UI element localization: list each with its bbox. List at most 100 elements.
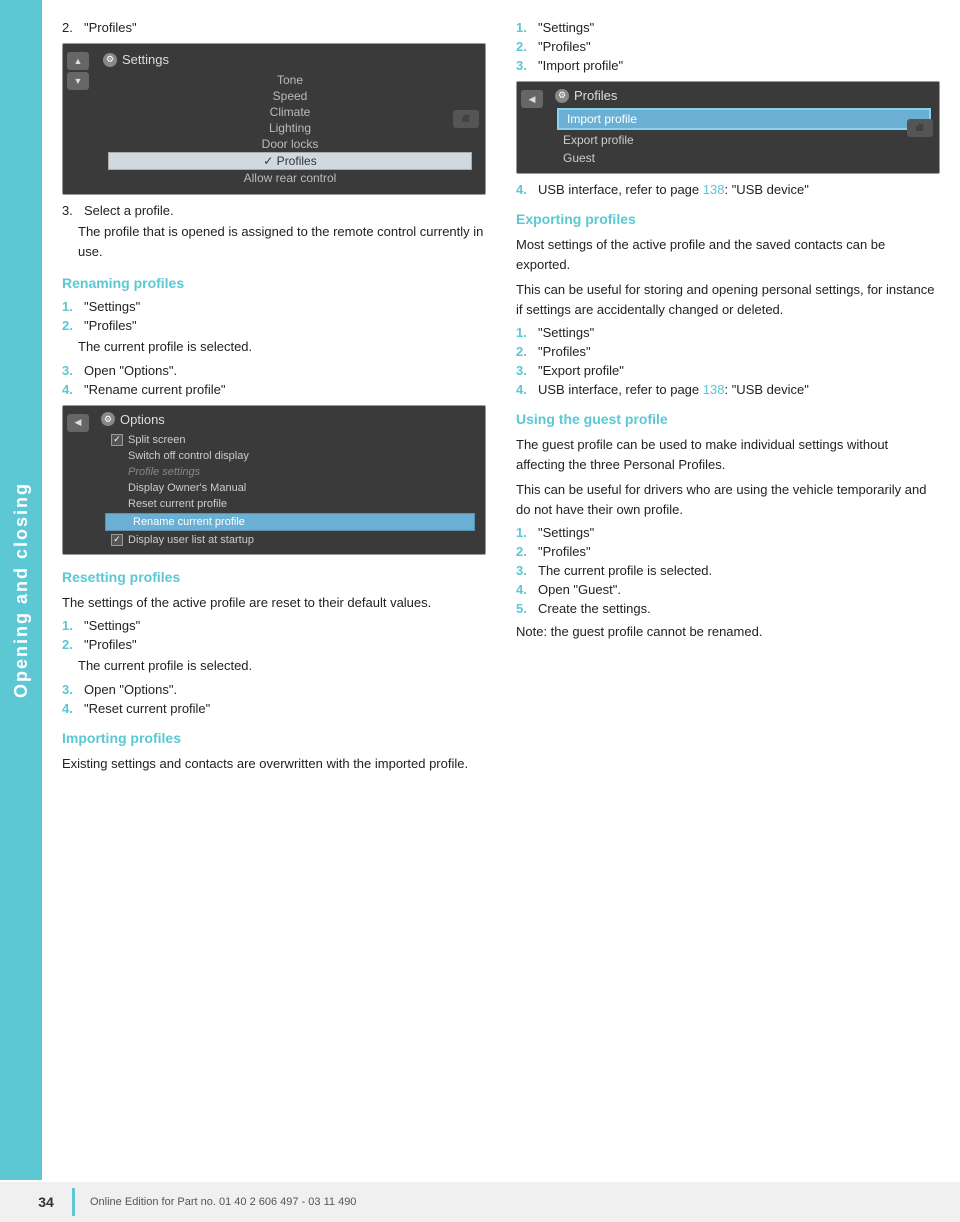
guest-body1: The guest profile can be used to make in…: [516, 435, 940, 474]
exporting-step4-text: USB interface, refer to page 138: "USB d…: [538, 382, 809, 397]
importing-step4-pre: USB interface, refer to page: [538, 182, 703, 197]
up-arrow[interactable]: ▲: [67, 52, 89, 70]
profiles-left-arrow[interactable]: ◀: [521, 90, 543, 108]
importing-step1-label: "Settings": [538, 20, 594, 35]
profiles-right-icon: ⬛: [907, 119, 933, 137]
guest-note: Note: the guest profile cannot be rename…: [516, 622, 940, 642]
importing-step2-label: "Profiles": [538, 39, 591, 54]
option-switch-off: Switch off control display: [101, 448, 479, 464]
guest-step3-label: The current profile is selected.: [538, 563, 712, 578]
options-screenshot: ◀ ⚙ Options ✓ Split screen Switch off co…: [62, 405, 486, 555]
importing-step4-post: : "USB device": [724, 182, 808, 197]
settings-item-lighting: Lighting: [103, 120, 477, 136]
guest-step5: 5. Create the settings.: [516, 601, 940, 616]
resetting-step1: 1. "Settings": [62, 618, 486, 633]
footer-text: Online Edition for Part no. 01 40 2 606 …: [90, 1196, 940, 1208]
gear-icon-options: ⚙: [101, 412, 115, 426]
guest-step2: 2. "Profiles": [516, 544, 940, 559]
left-column: 2. "Profiles" ▲ ▼ ⚙ Settings Tone Speed …: [62, 20, 486, 779]
checkbox-split: ✓: [111, 434, 123, 446]
exporting-body1: Most settings of the active profile and …: [516, 235, 940, 274]
sidebar-tab: Opening and closing: [0, 0, 42, 1180]
guest-step1-label: "Settings": [538, 525, 594, 540]
gear-icon: ⚙: [103, 53, 117, 67]
renaming-step4: 4. "Rename current profile": [62, 382, 486, 397]
renaming-step3-label: Open "Options".: [84, 363, 177, 378]
gear-icon-profiles: ⚙: [555, 89, 569, 103]
profiles-item-export: Export profile: [555, 131, 933, 149]
profiles-title-bar: ⚙ Profiles: [555, 88, 933, 103]
settings-title-text: Settings: [122, 52, 169, 67]
page-number: 34: [20, 1194, 72, 1210]
exporting-step4-post: : "USB device": [724, 382, 808, 397]
option-rename-profile[interactable]: Rename current profile: [105, 513, 475, 531]
exporting-step2: 2. "Profiles": [516, 344, 940, 359]
profiles-title-text: Profiles: [574, 88, 617, 103]
option-display-user-list: ✓ Display user list at startup: [101, 532, 479, 548]
profiles-screenshot: ◀ ⚙ Profiles Import profile Export profi…: [516, 81, 940, 174]
importing-heading: Importing profiles: [62, 730, 486, 746]
down-arrow[interactable]: ▼: [67, 72, 89, 90]
resetting-step2: 2. "Profiles": [62, 637, 486, 652]
profiles-item-guest: Guest: [555, 149, 933, 167]
options-title-text: Options: [120, 412, 165, 427]
profiles-item-import[interactable]: Import profile: [557, 108, 931, 130]
options-title-bar: ⚙ Options: [101, 412, 479, 427]
guest-heading: Using the guest profile: [516, 411, 940, 427]
settings-item-tone: Tone: [103, 72, 477, 88]
option-reset-profile: Reset current profile: [101, 496, 479, 512]
exporting-step3-label: "Export profile": [538, 363, 624, 378]
exporting-body2: This can be useful for storing and openi…: [516, 280, 940, 319]
guest-body2: This can be useful for drivers who are u…: [516, 480, 940, 519]
importing-step3: 3. "Import profile": [516, 58, 940, 73]
footer: 34 Online Edition for Part no. 01 40 2 6…: [0, 1182, 960, 1222]
importing-step1: 1. "Settings": [516, 20, 940, 35]
option-profile-settings: Profile settings: [101, 464, 479, 480]
checkbox-userlist: ✓: [111, 534, 123, 546]
resetting-step3: 3. Open "Options".: [62, 682, 486, 697]
importing-step3-label: "Import profile": [538, 58, 623, 73]
exporting-step2-label: "Profiles": [538, 344, 591, 359]
options-left-arrow[interactable]: ◀: [67, 414, 89, 432]
options-nav-area: ◀: [67, 414, 89, 432]
renaming-heading: Renaming profiles: [62, 275, 486, 291]
settings-item-doorlocks: Door locks: [103, 136, 477, 152]
option-split-screen: ✓ Split screen: [101, 432, 479, 448]
importing-step4-link[interactable]: 138: [703, 182, 725, 197]
settings-item-allow-rear: Allow rear control: [103, 170, 477, 186]
exporting-step1-label: "Settings": [538, 325, 594, 340]
resetting-step4-label: "Reset current profile": [84, 701, 210, 716]
settings-title-bar: ⚙ Settings: [103, 52, 477, 67]
guest-step2-label: "Profiles": [538, 544, 591, 559]
step-3: 3. Select a profile.: [62, 203, 486, 218]
exporting-step3: 3. "Export profile": [516, 363, 940, 378]
renaming-step3: 3. Open "Options".: [62, 363, 486, 378]
renaming-step2: 2. "Profiles": [62, 318, 486, 333]
exporting-step4-link[interactable]: 138: [703, 382, 725, 397]
resetting-step3-label: Open "Options".: [84, 682, 177, 697]
exporting-heading: Exporting profiles: [516, 211, 940, 227]
step-2-profiles: 2. "Profiles": [62, 20, 486, 35]
importing-step2: 2. "Profiles": [516, 39, 940, 54]
settings-item-profiles[interactable]: ✓ Profiles: [108, 152, 472, 170]
resetting-step4: 4. "Reset current profile": [62, 701, 486, 716]
step-2-label: "Profiles": [84, 20, 137, 35]
option-display-manual: Display Owner's Manual: [101, 480, 479, 496]
importing-step4: 4. USB interface, refer to page 138: "US…: [516, 182, 940, 197]
exporting-step1: 1. "Settings": [516, 325, 940, 340]
renaming-step1: 1. "Settings": [62, 299, 486, 314]
exporting-step4: 4. USB interface, refer to page 138: "US…: [516, 382, 940, 397]
step-3-label: Select a profile.: [84, 203, 174, 218]
right-icon: ⬛: [453, 110, 479, 128]
guest-step3: 3. The current profile is selected.: [516, 563, 940, 578]
renaming-step1-label: "Settings": [84, 299, 140, 314]
resetting-body: The settings of the active profile are r…: [62, 593, 486, 613]
resetting-heading: Resetting profiles: [62, 569, 486, 585]
settings-item-climate: Climate: [103, 104, 477, 120]
sidebar-tab-label: Opening and closing: [11, 482, 32, 698]
nav-area: ▲ ▼: [67, 52, 89, 90]
exporting-step4-pre: USB interface, refer to page: [538, 382, 703, 397]
step-3-body: The profile that is opened is assigned t…: [78, 222, 486, 261]
renaming-step2-label: "Profiles": [84, 318, 137, 333]
renaming-step2-note: The current profile is selected.: [78, 337, 486, 357]
